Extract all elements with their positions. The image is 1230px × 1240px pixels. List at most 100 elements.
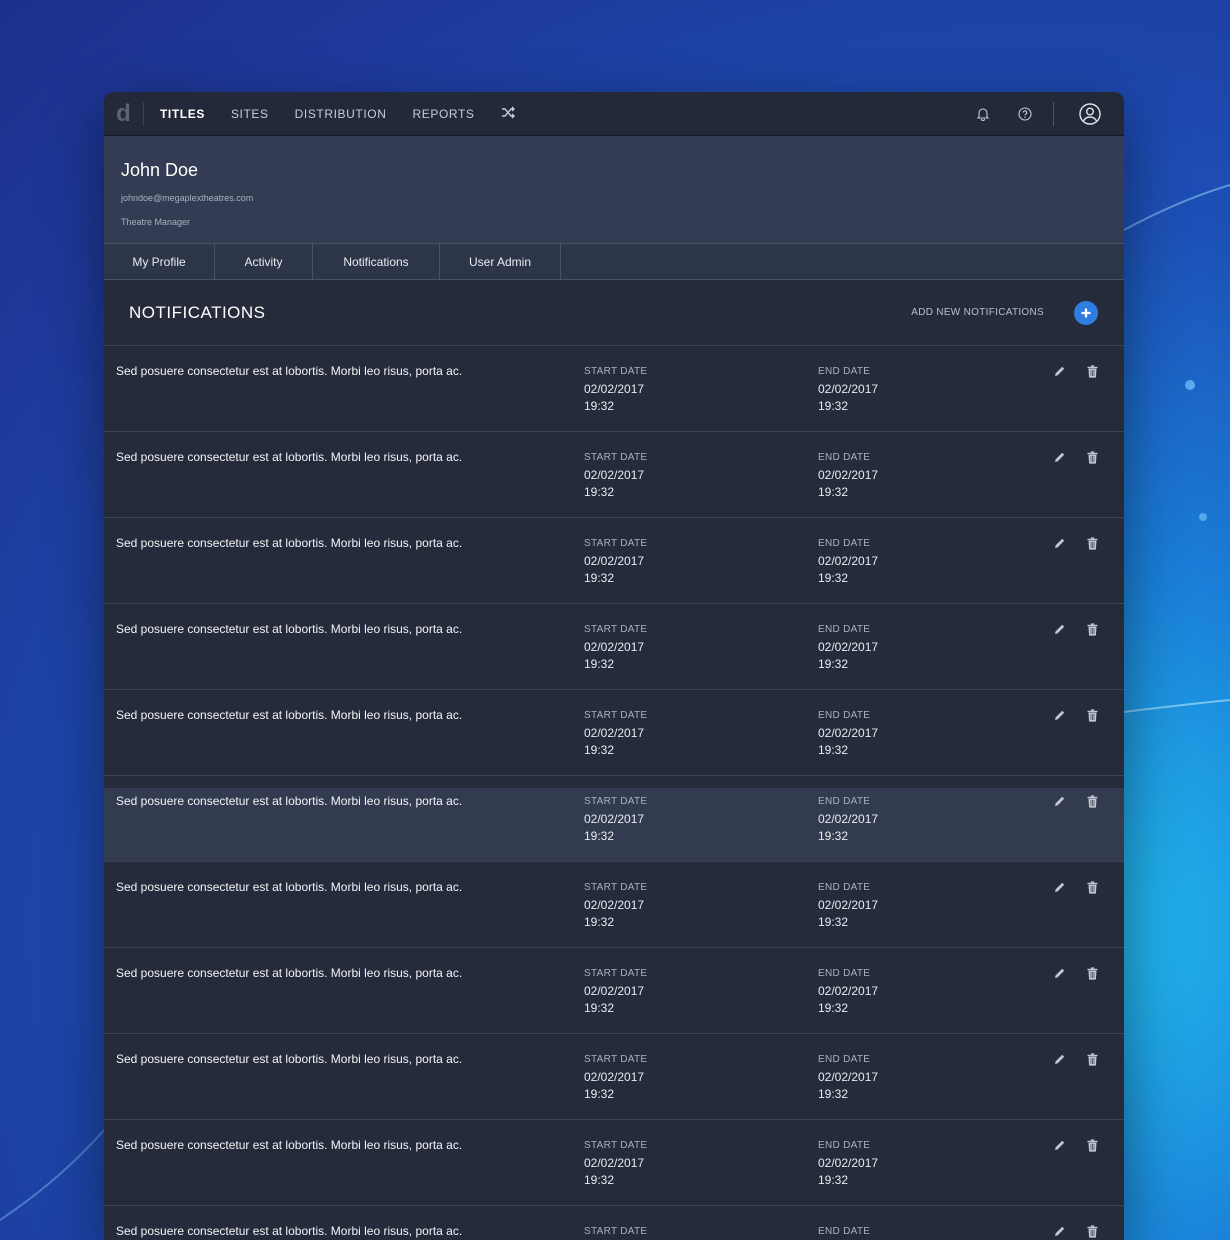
start-date-label: START DATE: [584, 538, 648, 549]
table-row[interactable]: Sed posuere consectetur est at lobortis.…: [104, 604, 1124, 690]
plus-circle-icon[interactable]: [1074, 300, 1098, 325]
app-logo[interactable]: d: [104, 100, 144, 127]
nav-reports[interactable]: REPORTS: [413, 107, 475, 121]
user-account-icon[interactable]: [1078, 102, 1102, 126]
table-row[interactable]: Sed posuere consectetur est at lobortis.…: [104, 432, 1124, 518]
edit-pencil-icon[interactable]: [1051, 879, 1067, 895]
trash-icon[interactable]: [1084, 879, 1100, 895]
end-time-value: 19:32: [818, 743, 849, 757]
row-actions: [1034, 793, 1100, 809]
tab-notifications[interactable]: Notifications: [313, 244, 440, 280]
table-row[interactable]: Sed posuere consectetur est at lobortis.…: [104, 1034, 1124, 1120]
bell-icon[interactable]: [973, 104, 993, 124]
edit-pencil-icon[interactable]: [1051, 965, 1067, 981]
notifications-header: NOTIFICATIONS ADD NEW NOTIFICATIONS: [104, 280, 1124, 346]
trash-icon[interactable]: [1084, 535, 1100, 551]
table-row[interactable]: Sed posuere consectetur est at lobortis.…: [104, 690, 1124, 776]
end-date-label: END DATE: [818, 1226, 871, 1237]
end-date-cell: END DATE 02/02/2017 19:32: [818, 796, 878, 845]
page-title: NOTIFICATIONS: [129, 302, 266, 322]
nav-titles[interactable]: TITLES: [160, 107, 205, 121]
help-icon[interactable]: [1015, 104, 1035, 124]
end-date-value: 02/02/2017: [818, 898, 879, 912]
end-date-cell: END DATE: [818, 1226, 870, 1240]
user-role: Theatre Manager: [121, 217, 191, 227]
row-actions: [1034, 621, 1100, 637]
start-date-cell: START DATE 02/02/2017 19:32: [584, 538, 647, 587]
start-time-value: 19:32: [584, 915, 615, 929]
trash-icon[interactable]: [1084, 707, 1100, 723]
nav-distribution[interactable]: DISTRIBUTION: [295, 107, 387, 121]
edit-pencil-icon[interactable]: [1051, 621, 1067, 637]
trash-icon[interactable]: [1084, 449, 1100, 465]
start-time-value: 19:32: [584, 829, 615, 843]
row-actions: [1034, 965, 1100, 981]
start-date-value: 02/02/2017: [584, 984, 645, 998]
tab-activity[interactable]: Activity: [215, 244, 313, 280]
trash-icon[interactable]: [1084, 965, 1100, 981]
start-date-label: START DATE: [584, 452, 648, 463]
table-row[interactable]: Sed posuere consectetur est at lobortis.…: [104, 948, 1124, 1034]
table-row[interactable]: Sed posuere consectetur est at lobortis.…: [104, 776, 1124, 862]
edit-pencil-icon[interactable]: [1051, 793, 1067, 809]
notification-message: Sed posuere consectetur est at lobortis.…: [116, 880, 463, 894]
start-time-value: 19:32: [584, 743, 615, 757]
end-date-label: END DATE: [818, 538, 871, 549]
start-date-cell: START DATE 02/02/2017 19:32: [584, 710, 647, 759]
end-date-cell: END DATE 02/02/2017 19:32: [818, 452, 878, 501]
edit-pencil-icon[interactable]: [1051, 1223, 1067, 1239]
end-time-value: 19:32: [818, 485, 849, 499]
trash-icon[interactable]: [1084, 621, 1100, 637]
table-row[interactable]: Sed posuere consectetur est at lobortis.…: [104, 518, 1124, 604]
start-date-label: START DATE: [584, 796, 648, 807]
tab-my-profile[interactable]: My Profile: [104, 244, 215, 280]
trash-icon[interactable]: [1084, 1223, 1100, 1239]
end-time-value: 19:32: [818, 915, 849, 929]
start-date-cell: START DATE 02/02/2017 19:32: [584, 1140, 647, 1189]
table-row[interactable]: Sed posuere consectetur est at lobortis.…: [104, 862, 1124, 948]
app-window: d TITLES SITES DISTRIBUTION REPORTS John…: [104, 92, 1124, 1240]
start-time-value: 19:32: [584, 1087, 615, 1101]
start-date-value: 02/02/2017: [584, 554, 645, 568]
row-actions: [1034, 1223, 1100, 1239]
end-date-cell: END DATE 02/02/2017 19:32: [818, 1140, 878, 1189]
trash-icon[interactable]: [1084, 1137, 1100, 1153]
edit-pencil-icon[interactable]: [1051, 1051, 1067, 1067]
edit-pencil-icon[interactable]: [1051, 707, 1067, 723]
notification-message: Sed posuere consectetur est at lobortis.…: [116, 794, 463, 808]
end-date-label: END DATE: [818, 968, 871, 979]
table-row[interactable]: Sed posuere consectetur est at lobortis.…: [104, 1120, 1124, 1206]
end-date-value: 02/02/2017: [818, 1156, 879, 1170]
edit-pencil-icon[interactable]: [1051, 535, 1067, 551]
table-row[interactable]: Sed posuere consectetur est at lobortis.…: [104, 346, 1124, 432]
shuffle-icon[interactable]: [501, 106, 516, 122]
start-date-cell: START DATE 02/02/2017 19:32: [584, 796, 647, 845]
tab-user-admin[interactable]: User Admin: [440, 244, 561, 280]
start-date-value: 02/02/2017: [584, 640, 645, 654]
trash-icon[interactable]: [1084, 793, 1100, 809]
notification-message: Sed posuere consectetur est at lobortis.…: [116, 536, 463, 550]
start-date-cell: START DATE 02/02/2017 19:32: [584, 624, 647, 673]
trash-icon[interactable]: [1084, 1051, 1100, 1067]
notification-message: Sed posuere consectetur est at lobortis.…: [116, 708, 463, 722]
start-date-label: START DATE: [584, 366, 648, 377]
add-notification-link[interactable]: ADD NEW NOTIFICATIONS: [911, 307, 1044, 318]
trash-icon[interactable]: [1084, 363, 1100, 379]
start-date-label: START DATE: [584, 968, 648, 979]
profile-tabs: My Profile Activity Notifications User A…: [104, 244, 1124, 280]
topbar-divider: [1053, 102, 1054, 126]
edit-pencil-icon[interactable]: [1051, 1137, 1067, 1153]
start-date-cell: START DATE 02/02/2017 19:32: [584, 882, 647, 931]
notification-message: Sed posuere consectetur est at lobortis.…: [116, 1052, 463, 1066]
start-time-value: 19:32: [584, 657, 615, 671]
table-row[interactable]: Sed posuere consectetur est at lobortis.…: [104, 1206, 1124, 1240]
end-date-cell: END DATE 02/02/2017 19:32: [818, 366, 878, 415]
edit-pencil-icon[interactable]: [1051, 363, 1067, 379]
end-time-value: 19:32: [818, 1001, 849, 1015]
nav-sites[interactable]: SITES: [231, 107, 269, 121]
end-date-label: END DATE: [818, 452, 871, 463]
end-date-cell: END DATE 02/02/2017 19:32: [818, 968, 878, 1017]
row-actions: [1034, 1051, 1100, 1067]
edit-pencil-icon[interactable]: [1051, 449, 1067, 465]
top-right-actions: [951, 92, 1102, 136]
